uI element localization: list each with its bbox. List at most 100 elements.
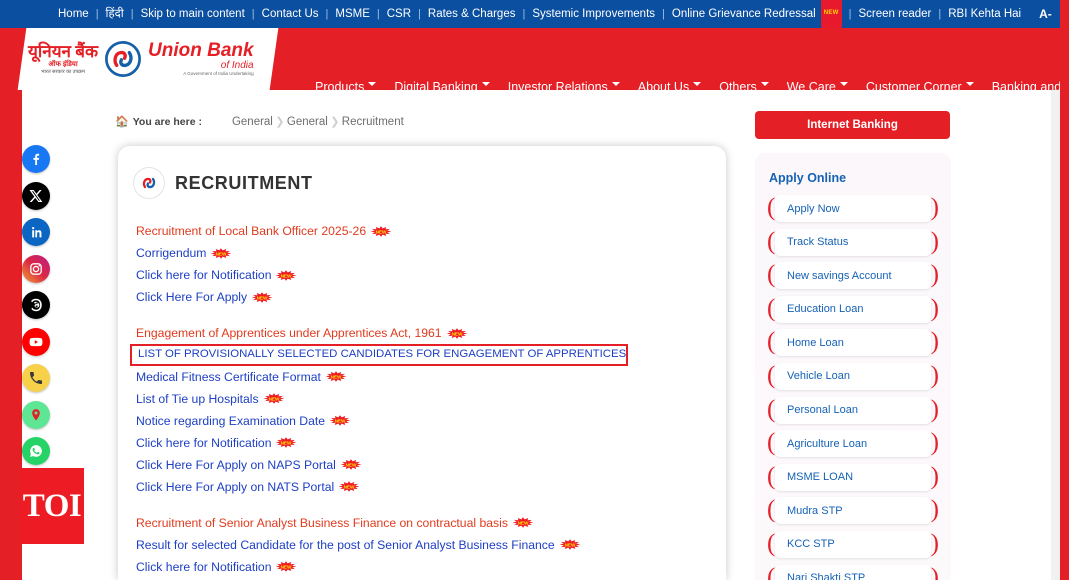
bank-logo[interactable]: यूनियन बैंक ऑफ इंडिया भारत सरकार का उपक्… <box>17 28 279 90</box>
top-link-rates-charges[interactable]: Rates & Charges <box>428 0 516 28</box>
apply-button-row: (Personal Loan) <box>767 396 939 424</box>
top-link-rbi-kehta-hai[interactable]: RBI Kehta Hai <box>948 0 1021 28</box>
top-link-separator: | <box>418 8 421 20</box>
font-decrease-button[interactable]: A- <box>1031 0 1060 28</box>
recruitment-link[interactable]: Corrigendum NEW <box>136 242 726 264</box>
apply-button-row: (Nari Shakti STP) <box>767 564 939 580</box>
recruitment-link-label: Medical Fitness Certificate Format <box>136 369 321 384</box>
toi-logo[interactable]: TOI <box>20 468 84 544</box>
apply-button-mudra-stp[interactable]: Mudra STP <box>775 497 931 525</box>
apply-button-label: Apply Now <box>787 202 840 215</box>
chevron-down-icon <box>481 82 490 90</box>
recruitment-link-label: List of Tie up Hospitals <box>136 391 259 406</box>
threads-icon[interactable] <box>22 291 50 319</box>
apply-button-apply-now[interactable]: Apply Now <box>775 195 931 222</box>
instagram-icon[interactable] <box>22 254 50 283</box>
recruitment-link[interactable]: Click here for Notification NEW <box>136 432 726 454</box>
location-icon[interactable] <box>22 400 50 429</box>
breadcrumb-item[interactable]: General <box>287 116 328 128</box>
recruitment-link[interactable]: Click here for Notification NEW <box>136 264 726 286</box>
apply-online-card: Apply Online (Apply Now) (Track Status) (N… <box>755 153 951 580</box>
svg-text:NEW: NEW <box>257 295 268 300</box>
top-link-separator: | <box>662 8 665 20</box>
new-badge-icon: NEW <box>370 225 392 237</box>
recruitment-link-label: Notice regarding Examination Date <box>136 413 326 428</box>
recruitment-link[interactable]: Recruitment of Local Bank Officer 2025-2… <box>136 220 726 242</box>
internet-banking-button[interactable]: Internet Banking <box>755 111 950 139</box>
recruitment-link[interactable]: Click Here For Apply NEW <box>136 286 726 308</box>
recruitment-link-label: Click here for Notification <box>136 267 272 282</box>
apply-button-row: (Mudra STP) <box>767 497 939 525</box>
apply-button-label: Personal Loan <box>787 404 858 417</box>
svg-text:NEW: NEW <box>268 397 279 402</box>
recruitment-panel: RECRUITMENT Recruitment of Local Bank Of… <box>118 146 726 580</box>
linkedin-icon[interactable] <box>22 218 50 246</box>
top-link-[interactable]: हिंदी <box>106 0 124 28</box>
top-link-csr[interactable]: CSR <box>387 0 411 28</box>
apply-button-row: (Vehicle Loan) <box>767 362 939 390</box>
recruitment-link[interactable]: Engagement of Apprentices under Apprenti… <box>136 322 726 344</box>
recruitment-link[interactable]: Recruitment of Senior Analyst Business F… <box>136 512 726 534</box>
recruitment-link-label: Click here for Notification <box>136 559 272 574</box>
social-media-rail <box>22 145 50 465</box>
apply-button-row: (Agriculture Loan) <box>767 430 939 458</box>
svg-text:NEW: NEW <box>335 419 346 424</box>
phone-icon[interactable] <box>22 364 50 392</box>
apply-button-label: Track Status <box>787 236 849 249</box>
top-link-skip-to-main-content[interactable]: Skip to main content <box>141 0 245 28</box>
recruitment-link[interactable]: Result for selected Candidate for the po… <box>136 534 726 556</box>
apply-button-nari-shakti-stp[interactable]: Nari Shakti STP <box>775 564 931 580</box>
top-link-separator: | <box>130 8 134 20</box>
chevron-down-icon <box>839 82 848 90</box>
page-body: TOI 🏠 You are here : General ❯ General ❯ Rec… <box>0 90 1069 580</box>
apply-online-buttons: (Apply Now) (Track Status) (New savings Ac… <box>755 195 951 580</box>
whatsapp-icon[interactable] <box>22 437 50 465</box>
top-link-screen-reader[interactable]: Screen reader <box>858 0 931 28</box>
recruitment-link[interactable]: Click Here For Apply on NATS Portal NEW <box>136 476 726 498</box>
toi-logo-text: TOI <box>22 487 82 524</box>
apply-button-msme-loan[interactable]: MSME LOAN <box>775 463 931 491</box>
chevron-down-icon <box>760 82 769 90</box>
apply-button-vehicle-loan[interactable]: Vehicle Loan <box>775 362 931 390</box>
top-link-online-grievance-redressal[interactable]: Online Grievance Redressal NEW <box>672 0 842 29</box>
apply-button-personal-loan[interactable]: Personal Loan <box>775 396 931 424</box>
chevron-down-icon <box>611 82 620 90</box>
new-badge-icon: NEW <box>340 459 362 471</box>
apply-button-kcc-stp[interactable]: KCC STP <box>775 530 931 558</box>
apply-button-label: Mudra STP <box>787 504 843 517</box>
top-link-systemic-improvements[interactable]: Systemic Improvements <box>532 0 655 28</box>
top-link-msme[interactable]: MSME <box>335 0 370 28</box>
new-badge-icon: NEW <box>329 415 351 427</box>
new-badge-icon: NEW <box>559 539 581 551</box>
page-scrollbar[interactable] <box>1051 90 1060 580</box>
page-title: RECRUITMENT <box>175 172 313 193</box>
apply-button-track-status[interactable]: Track Status <box>775 228 931 256</box>
apply-button-home-loan[interactable]: Home Loan <box>775 329 931 357</box>
breadcrumb-item[interactable]: Recruitment <box>342 116 404 128</box>
facebook-icon[interactable] <box>22 145 50 173</box>
header-bar: यूनियन बैंक ऑफ इंडिया भारत सरकार का उपक्… <box>0 28 1069 94</box>
logo-en-line3: A Government of India Undertaking <box>183 71 254 77</box>
logo-hindi-line1: यूनियन बैंक <box>28 42 99 61</box>
recruitment-link[interactable]: Notice regarding Examination Date NEW <box>136 410 726 432</box>
apply-button-education-loan[interactable]: Education Loan <box>775 295 931 323</box>
x-twitter-icon[interactable] <box>22 181 50 210</box>
youtube-icon[interactable] <box>22 327 50 356</box>
top-utility-bar: Home | हिंदी | Skip to main content | Contact … <box>0 0 1069 28</box>
top-link-home[interactable]: Home <box>58 0 89 28</box>
recruitment-links-list: Recruitment of Local Bank Officer 2025-2… <box>118 198 726 580</box>
top-link-separator: | <box>251 8 255 20</box>
top-link-contact-us[interactable]: Contact Us <box>262 0 319 28</box>
breadcrumb-label: You are here : <box>132 115 202 128</box>
breadcrumb-item[interactable]: General <box>232 116 273 128</box>
recruitment-link-label: Recruitment of Local Bank Officer 2025-2… <box>136 223 367 238</box>
highlighted-link[interactable]: LIST OF PROVISIONALLY SELECTED CANDIDATE… <box>130 344 628 366</box>
apply-button-new-savings-account[interactable]: New savings Account <box>775 262 931 290</box>
svg-text:NEW: NEW <box>376 229 387 234</box>
recruitment-link[interactable]: List of Tie up Hospitals NEW <box>136 388 726 410</box>
recruitment-link[interactable]: Medical Fitness Certificate Format NEW <box>136 366 726 388</box>
recruitment-link[interactable]: Click here for Notification NEW <box>136 556 726 578</box>
recruitment-link[interactable]: Click Here For Apply on NAPS Portal NEW <box>136 454 726 476</box>
apply-button-agriculture-loan[interactable]: Agriculture Loan <box>775 430 931 458</box>
breadcrumb: 🏠 You are here : General ❯ General ❯ Recruit… <box>115 115 404 129</box>
